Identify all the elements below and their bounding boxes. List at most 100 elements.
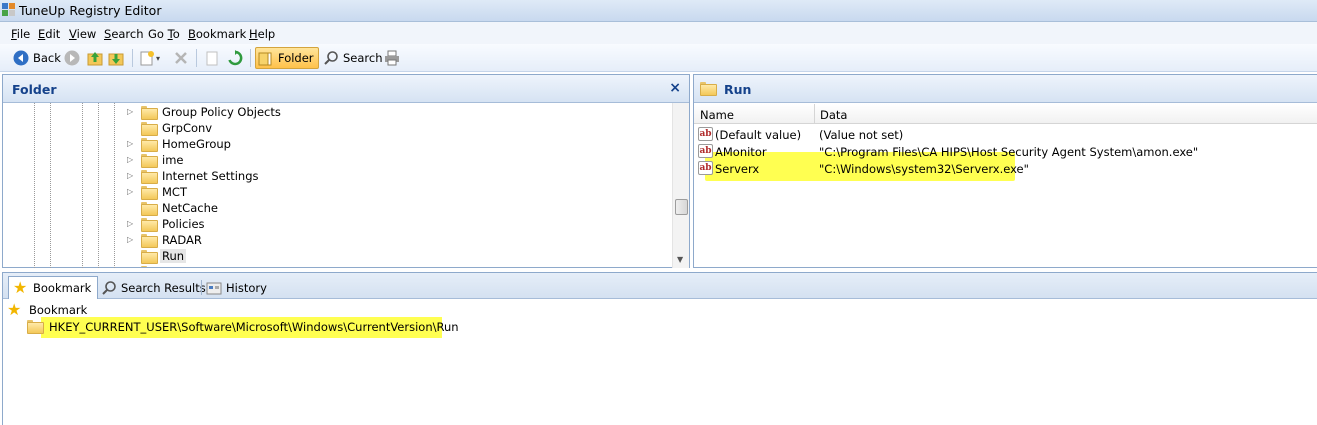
scroll-down-icon[interactable]: ▼: [677, 255, 683, 264]
folder-icon: [700, 82, 717, 96]
tab-bookmark[interactable]: ★ Bookmark: [8, 276, 99, 299]
menu-help[interactable]: Help: [249, 27, 275, 41]
search-icon: [102, 280, 116, 295]
search-button[interactable]: Search: [323, 47, 383, 69]
column-header-data[interactable]: Data: [820, 105, 847, 123]
new-item-icon: [140, 51, 154, 66]
folder-icon: [141, 154, 158, 168]
tree-item-label: MCT: [162, 185, 187, 199]
menu-file[interactable]: File: [11, 27, 30, 41]
bookmark-root[interactable]: ★ Bookmark: [7, 302, 87, 318]
expand-arrow-icon[interactable]: ▷: [127, 219, 135, 228]
toolbar-separator: [132, 49, 133, 67]
tree-item[interactable]: RunOnce: [127, 264, 527, 267]
tree-item-label: RADAR: [162, 233, 202, 247]
toolbar-separator: [250, 49, 251, 67]
registry-app-icon: [2, 3, 15, 16]
print-button[interactable]: [384, 47, 400, 69]
tab-history[interactable]: History: [202, 276, 273, 299]
folder-icon: [141, 234, 158, 248]
tree-item-label: Internet Settings: [162, 169, 259, 183]
values-pane-title: Run: [724, 82, 752, 97]
folder-icon: [141, 138, 158, 152]
history-icon: [206, 282, 222, 294]
star-icon: ★: [7, 300, 22, 319]
folder-icon: [258, 52, 272, 66]
expand-arrow-icon[interactable]: ▷: [127, 155, 135, 164]
subfolder-button[interactable]: [108, 47, 124, 69]
tab-search-results[interactable]: Search Results: [97, 276, 212, 299]
toolbar: Back ▾ Folder Search: [0, 44, 1317, 72]
refresh-icon: [228, 50, 243, 66]
menu-bookmark[interactable]: Bookmark: [188, 27, 246, 41]
tree-item[interactable]: Run: [127, 248, 527, 264]
delete-x-icon: [175, 52, 187, 64]
folder-icon: [141, 250, 158, 264]
folder-icon: [141, 122, 158, 136]
menu-edit[interactable]: Edit: [38, 27, 60, 41]
tree-item-label: RunOnce: [162, 265, 214, 267]
back-button[interactable]: Back: [13, 47, 61, 69]
tree-item-label: NetCache: [162, 201, 218, 215]
window-title: TuneUp Registry Editor: [19, 3, 162, 18]
title-bar: TuneUp Registry Editor: [0, 0, 1317, 22]
forward-button[interactable]: [64, 47, 80, 69]
tree-item[interactable]: ▷ HomeGroup: [127, 136, 527, 152]
printer-icon: [385, 50, 399, 66]
folder-icon: [141, 266, 156, 267]
menu-view[interactable]: View: [69, 27, 96, 41]
tree-item[interactable]: ▷ MCT: [127, 184, 527, 200]
scrollbar-thumb[interactable]: [675, 199, 688, 215]
expand-arrow-icon[interactable]: ▷: [127, 235, 135, 244]
folder-icon: [141, 218, 158, 232]
tree-item[interactable]: NetCache: [127, 200, 527, 216]
tree-item[interactable]: ▷ Group Policy Objects: [127, 104, 527, 120]
tree-scrollbar[interactable]: ▼: [672, 103, 689, 268]
bottom-tabs: ★ Bookmark Search Results History: [3, 273, 1317, 299]
search-icon: [324, 51, 338, 65]
tree-item-label: Group Policy Objects: [162, 105, 281, 119]
star-icon: ★: [13, 278, 28, 297]
tree-item-label: Run: [160, 249, 187, 263]
forward-arrow-icon: [64, 50, 80, 66]
menu-search[interactable]: Search: [104, 27, 144, 41]
column-header-row: [694, 104, 1317, 124]
tree-item[interactable]: ▷ RADAR: [127, 232, 527, 248]
expand-arrow-icon[interactable]: ▷: [127, 187, 135, 196]
tree-item[interactable]: ▷ Policies: [127, 216, 527, 232]
folder-pane: Folder × ▷ Group Policy Objects GrpConv ▷ Ho…: [2, 74, 690, 268]
bookmark-pane: ★ Bookmark Search Results History ★ Book…: [2, 272, 1317, 425]
folder-icon: [141, 170, 158, 184]
refresh-button[interactable]: [227, 47, 243, 69]
tree-item[interactable]: ▷ ime: [127, 152, 527, 168]
delete-button[interactable]: [173, 47, 189, 69]
folder-toggle-button[interactable]: Folder: [255, 47, 319, 69]
tree-item[interactable]: ▷ Internet Settings: [127, 168, 527, 184]
edit-value-button[interactable]: [204, 47, 220, 69]
document-icon: [206, 51, 218, 66]
expand-arrow-icon[interactable]: ▷: [127, 171, 135, 180]
folder-icon: [141, 186, 158, 200]
menu-goto[interactable]: Go To: [148, 27, 180, 41]
dropdown-arrow-icon: ▾: [156, 53, 161, 63]
expand-arrow-icon[interactable]: ▷: [127, 107, 135, 116]
folder-down-icon: [108, 53, 124, 66]
tree-item-label: Policies: [162, 217, 205, 231]
parent-folder-button[interactable]: [87, 47, 103, 69]
back-arrow-icon: [13, 50, 29, 66]
new-button[interactable]: ▾: [139, 47, 160, 69]
menu-bar: File Edit View Search Go To Bookmark Hel…: [0, 22, 1317, 44]
column-separator[interactable]: [814, 104, 815, 124]
expand-arrow-icon[interactable]: ▷: [127, 139, 135, 148]
toolbar-separator: [196, 49, 197, 67]
tree-item-label: GrpConv: [162, 121, 213, 135]
folder-up-icon: [87, 52, 103, 66]
serverx-highlight: [705, 152, 1015, 181]
folder-icon: [141, 202, 158, 216]
registry-folder-tree: ▷ Group Policy Objects GrpConv ▷ HomeGroup ▷ i…: [3, 75, 673, 267]
tree-item[interactable]: GrpConv: [127, 120, 527, 136]
tree-item-label: HomeGroup: [162, 137, 231, 151]
folder-icon: [27, 320, 44, 334]
tree-item-label: ime: [162, 153, 184, 167]
column-header-name[interactable]: Name: [700, 105, 734, 123]
